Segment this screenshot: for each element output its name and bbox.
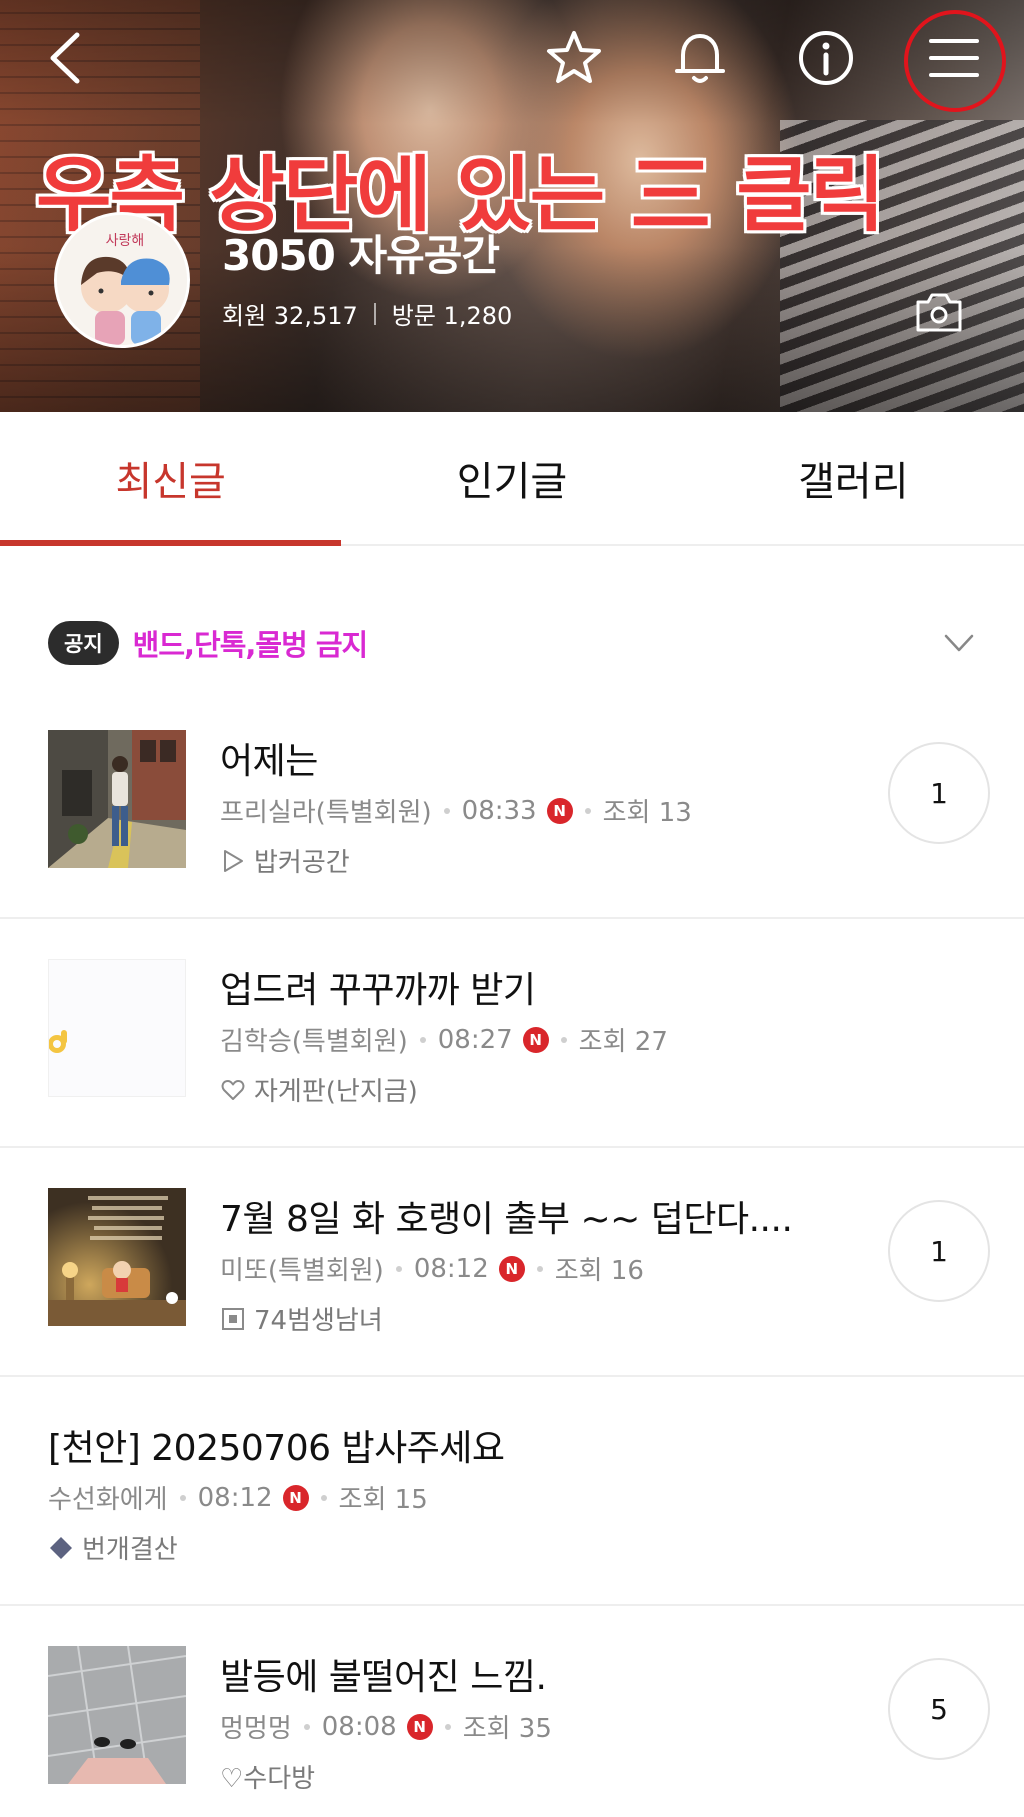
new-badge: N xyxy=(282,1484,309,1511)
post-author[interactable]: 멍멍멍 xyxy=(220,1708,292,1745)
post-board[interactable]: 자게판(난지금) xyxy=(220,1071,418,1108)
meta-dot xyxy=(179,1494,186,1501)
stats-divider xyxy=(373,302,376,325)
post-author[interactable]: 미또(특별회원) xyxy=(220,1250,384,1287)
new-badge: N xyxy=(522,1026,549,1053)
favorite-button[interactable] xyxy=(538,22,610,94)
camera-icon xyxy=(916,293,962,332)
meta-dot xyxy=(584,807,591,814)
comment-count-button[interactable]: 1 xyxy=(888,742,990,844)
meta-dot xyxy=(303,1723,310,1730)
bell-icon xyxy=(675,34,725,83)
meta-dot xyxy=(395,1265,402,1272)
post-views: 조회 35 xyxy=(462,1714,552,1744)
post-board[interactable]: 밥커공간 xyxy=(220,842,350,879)
post-item[interactable]: 어제는 프리실라(특별회원) 08:33 N 조회 13 밥커공간 1 xyxy=(0,690,1024,919)
diamond-icon xyxy=(50,1536,72,1559)
new-badge: N xyxy=(546,797,573,824)
post-item[interactable]: 업드려 꾸꾸까까 받기 김학승(특별회원) 08:27 N 조회 27 자게판(… xyxy=(0,919,1024,1148)
post-board-name: 번개결산 xyxy=(82,1535,178,1565)
tab-popular[interactable]: 인기글 xyxy=(341,412,682,544)
tab-gallery[interactable]: 갤러리 xyxy=(683,412,1024,544)
post-board[interactable]: 번개결산 xyxy=(48,1529,178,1566)
post-item[interactable]: 7월 8일 화 호랭이 출부 ~~ 덥단다.... 미또(특별회원) 08:12… xyxy=(0,1148,1024,1377)
meta-dot xyxy=(320,1494,327,1501)
avatar-caption: 사랑해 xyxy=(106,233,145,249)
post-board-name: 자게판(난지금) xyxy=(254,1077,418,1107)
meta-dot xyxy=(536,1265,543,1272)
post-item[interactable]: [천안] 20250706 밥사주세요 수선화에게 08:12 N 조회 15 … xyxy=(0,1377,1024,1606)
post-time: 08:12 xyxy=(413,1253,489,1284)
cafe-avatar[interactable]: 사랑해 xyxy=(54,212,190,348)
cover-photo-button[interactable] xyxy=(914,290,964,334)
cafe-stats: 회원 32,517 방문 1,280 xyxy=(222,296,512,331)
new-badge: N xyxy=(498,1255,525,1282)
post-meta: 수선화에게 08:12 N 조회 15 xyxy=(48,1479,428,1516)
cafe-name: 3050 자유공간 xyxy=(222,231,500,280)
post-board-name: ♡수다방 xyxy=(220,1764,316,1794)
post-title: 업드려 꾸꾸까까 받기 xyxy=(220,970,536,1011)
chevron-left-icon xyxy=(50,32,80,84)
post-item[interactable]: 발등에 불떨어진 느낌. 멍멍멍 08:08 N 조회 35 ♡수다방 5 xyxy=(0,1606,1024,1817)
post-views: 조회 27 xyxy=(578,1027,668,1057)
heart-outline-icon xyxy=(221,1079,245,1100)
post-views: 조회 15 xyxy=(338,1485,428,1515)
couple-cartoon-icon: 사랑해 xyxy=(57,215,187,345)
meta-dot xyxy=(560,1036,567,1043)
post-title: [천안] 20250706 밥사주세요 xyxy=(48,1428,505,1469)
comment-count-button[interactable]: 1 xyxy=(888,1200,990,1302)
menu-highlight-ring xyxy=(904,10,1006,112)
ok-hand-emoji-image xyxy=(49,1030,67,1053)
post-meta: 미또(특별회원) 08:12 N 조회 16 xyxy=(220,1250,644,1287)
square-box-icon xyxy=(222,1307,244,1330)
post-thumbnail xyxy=(48,959,186,1097)
post-meta: 프리실라(특별회원) 08:33 N 조회 13 xyxy=(220,792,692,829)
notice-row[interactable]: 공지 밴드,단톡,몰벙 금지 xyxy=(48,620,978,666)
post-thumbnail xyxy=(48,1646,186,1784)
post-time: 08:12 xyxy=(197,1482,273,1513)
play-outline-icon xyxy=(224,849,243,872)
comment-count-button[interactable]: 5 xyxy=(888,1658,990,1760)
cartoon-room-image xyxy=(48,1188,186,1326)
post-meta: 김학승(특별회원) 08:27 N 조회 27 xyxy=(220,1021,668,1058)
meta-dot xyxy=(444,1723,451,1730)
post-title: 발등에 불떨어진 느낌. xyxy=(220,1657,547,1698)
post-thumbnail xyxy=(48,730,186,868)
visit-count: 방문 1,280 xyxy=(391,302,513,330)
meta-dot xyxy=(443,807,450,814)
back-button[interactable] xyxy=(32,22,104,94)
post-views: 조회 16 xyxy=(554,1256,644,1286)
post-board-name: 밥커공간 xyxy=(254,848,350,878)
post-board-name: 74범생남녀 xyxy=(254,1306,383,1336)
post-time: 08:33 xyxy=(461,795,537,826)
notice-badge: 공지 xyxy=(48,621,119,665)
tab-latest[interactable]: 최신글 xyxy=(0,412,342,546)
post-author[interactable]: 프리실라(특별회원) xyxy=(220,792,432,829)
post-author[interactable]: 수선화에게 xyxy=(48,1479,168,1516)
post-thumbnail xyxy=(48,1188,186,1326)
instruction-banner: 우측 상단에 있는 三 클릭 xyxy=(36,148,885,243)
post-title: 어제는 xyxy=(220,741,318,782)
post-title: 7월 8일 화 호랭이 출부 ~~ 덥단다.... xyxy=(220,1199,793,1240)
post-board[interactable]: 74범생남녀 xyxy=(220,1300,383,1337)
post-author[interactable]: 김학승(특별회원) xyxy=(220,1021,408,1058)
info-icon xyxy=(799,31,853,85)
meta-dot xyxy=(419,1036,426,1043)
post-meta: 멍멍멍 08:08 N 조회 35 xyxy=(220,1708,552,1745)
board-tabs: 최신글 인기글 갤러리 xyxy=(0,412,1024,546)
cafe-info-button[interactable] xyxy=(790,22,862,94)
chevron-down-icon[interactable] xyxy=(940,624,978,662)
post-views: 조회 13 xyxy=(602,798,692,828)
post-time: 08:27 xyxy=(437,1024,513,1055)
cafe-cover: 우측 상단에 있는 三 클릭 사랑해 3050 자유공간 회원 32,517 방… xyxy=(0,0,1024,412)
notice-text: 밴드,단톡,몰벙 금지 xyxy=(132,628,369,662)
post-board[interactable]: ♡수다방 xyxy=(220,1758,315,1795)
post-time: 08:08 xyxy=(321,1711,397,1742)
star-icon xyxy=(547,31,601,83)
notification-button[interactable] xyxy=(664,22,736,94)
pavement-feet-image xyxy=(48,1646,186,1784)
new-badge: N xyxy=(406,1713,433,1740)
street-photo-image xyxy=(48,730,186,868)
member-count: 회원 32,517 xyxy=(222,302,358,330)
